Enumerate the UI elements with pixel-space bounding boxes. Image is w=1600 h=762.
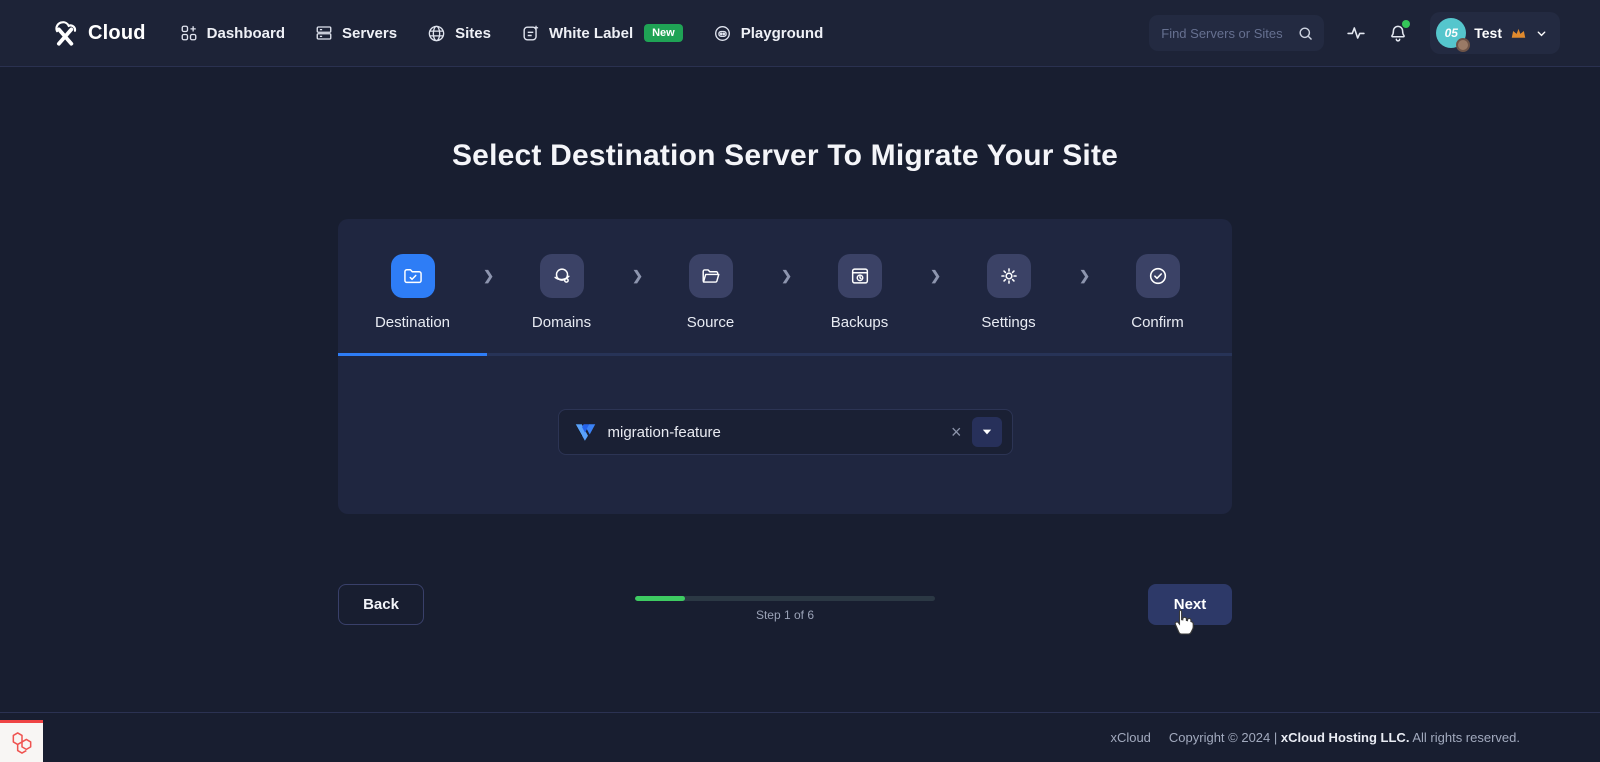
nav-item-servers[interactable]: Servers bbox=[315, 24, 397, 42]
avatar: 05 bbox=[1436, 18, 1471, 52]
gear-icon bbox=[986, 254, 1031, 298]
footer-copyright: Copyright © 2024 | xCloud Hosting LLC. A… bbox=[1169, 730, 1520, 745]
nav-label: Dashboard bbox=[206, 24, 286, 42]
dashboard-icon bbox=[180, 24, 198, 42]
vultr-icon bbox=[575, 423, 596, 442]
clear-selection-icon[interactable]: × bbox=[941, 423, 972, 441]
brand-name: Cloud bbox=[88, 21, 146, 44]
search-input[interactable] bbox=[1161, 25, 1292, 41]
step-label: Domains bbox=[531, 314, 592, 331]
laravel-logo-icon bbox=[9, 730, 35, 756]
progress-track bbox=[635, 596, 935, 601]
notification-dot bbox=[1402, 20, 1411, 28]
step-settings[interactable]: Settings ❯ bbox=[934, 254, 1090, 331]
primary-nav: Dashboard Servers Sites White Label New … bbox=[180, 24, 824, 43]
step-label: Settings bbox=[981, 314, 1036, 331]
top-navbar: Cloud Dashboard Servers Sites White Labe… bbox=[0, 0, 1600, 67]
step-label: Confirm bbox=[1131, 314, 1184, 331]
user-name: Test bbox=[1474, 25, 1502, 41]
nav-label: Playground bbox=[740, 24, 824, 42]
wizard-controls: Back Step 1 of 6 Next bbox=[338, 584, 1232, 625]
nav-label: Servers bbox=[342, 24, 398, 42]
wizard-progress: Step 1 of 6 bbox=[635, 596, 935, 622]
step-label: Destination bbox=[374, 314, 451, 331]
nav-item-sites[interactable]: Sites bbox=[427, 24, 491, 43]
nav-item-playground[interactable]: Playground bbox=[713, 24, 824, 43]
domain-globe-icon bbox=[539, 254, 584, 298]
nav-item-dashboard[interactable]: Dashboard bbox=[180, 24, 285, 42]
progress-label: Step 1 of 6 bbox=[755, 608, 815, 622]
xcloud-logo-icon bbox=[48, 16, 84, 50]
brand-logo[interactable]: Cloud bbox=[48, 16, 146, 50]
step-label: Source bbox=[686, 314, 735, 331]
white-label-icon bbox=[521, 24, 540, 43]
step-destination[interactable]: Destination ❯ bbox=[338, 254, 494, 331]
nav-label: White Label bbox=[548, 24, 634, 42]
stepper: Destination ❯ Domains ❯ Source ❯ Backups… bbox=[338, 219, 1232, 331]
rights-text: All rights reserved. bbox=[1412, 730, 1520, 745]
check-circle-icon bbox=[1135, 254, 1180, 298]
notifications-bell-icon[interactable] bbox=[1388, 20, 1411, 43]
select-dropdown-button[interactable] bbox=[971, 417, 1002, 447]
new-badge: New bbox=[644, 24, 683, 42]
user-menu[interactable]: 05 Test bbox=[1430, 12, 1560, 54]
search-icon[interactable] bbox=[1297, 25, 1314, 42]
destination-server-select[interactable]: migration-feature × bbox=[557, 409, 1013, 455]
folder-open-icon bbox=[688, 254, 733, 298]
step-confirm[interactable]: Confirm bbox=[1083, 254, 1232, 331]
globe-icon bbox=[427, 24, 446, 43]
migration-wizard-card: Destination ❯ Domains ❯ Source ❯ Backups… bbox=[338, 219, 1232, 514]
copyright-text: Copyright © 2024 | bbox=[1168, 730, 1278, 745]
step-backups[interactable]: Backups ❯ bbox=[785, 254, 941, 331]
step-domains[interactable]: Domains ❯ bbox=[487, 254, 643, 331]
backup-window-icon bbox=[837, 254, 882, 298]
select-value: migration-feature bbox=[607, 423, 721, 441]
folder-check-icon bbox=[390, 254, 435, 298]
next-button[interactable]: Next bbox=[1148, 584, 1232, 625]
footer-brand-link[interactable]: xCloud bbox=[1110, 730, 1150, 745]
company-name: xCloud Hosting LLC. bbox=[1280, 730, 1410, 745]
coin-badge-icon bbox=[1456, 38, 1471, 52]
servers-icon bbox=[315, 24, 333, 42]
back-button[interactable]: Back bbox=[338, 584, 424, 625]
stepper-underline bbox=[338, 353, 1232, 356]
avatar-text: 05 bbox=[1444, 26, 1458, 40]
page-footer: xCloud Copyright © 2024 | xCloud Hosting… bbox=[0, 712, 1600, 762]
nav-label: Sites bbox=[455, 24, 491, 42]
playground-robot-icon bbox=[713, 24, 732, 43]
main-content: Select Destination Server To Migrate You… bbox=[0, 67, 1570, 625]
activity-pulse-icon[interactable] bbox=[1346, 23, 1366, 43]
crown-icon bbox=[1510, 26, 1527, 41]
nav-item-white-label[interactable]: White Label New bbox=[521, 24, 683, 43]
step-source[interactable]: Source ❯ bbox=[636, 254, 792, 331]
chevron-down-icon bbox=[1535, 27, 1548, 40]
laravel-debugbar-toggle[interactable] bbox=[0, 720, 43, 762]
progress-fill bbox=[635, 596, 685, 601]
step-label: Backups bbox=[830, 314, 889, 331]
page-title: Select Destination Server To Migrate You… bbox=[451, 139, 1119, 172]
global-search[interactable] bbox=[1149, 15, 1325, 51]
stepper-active-underline bbox=[338, 353, 488, 356]
